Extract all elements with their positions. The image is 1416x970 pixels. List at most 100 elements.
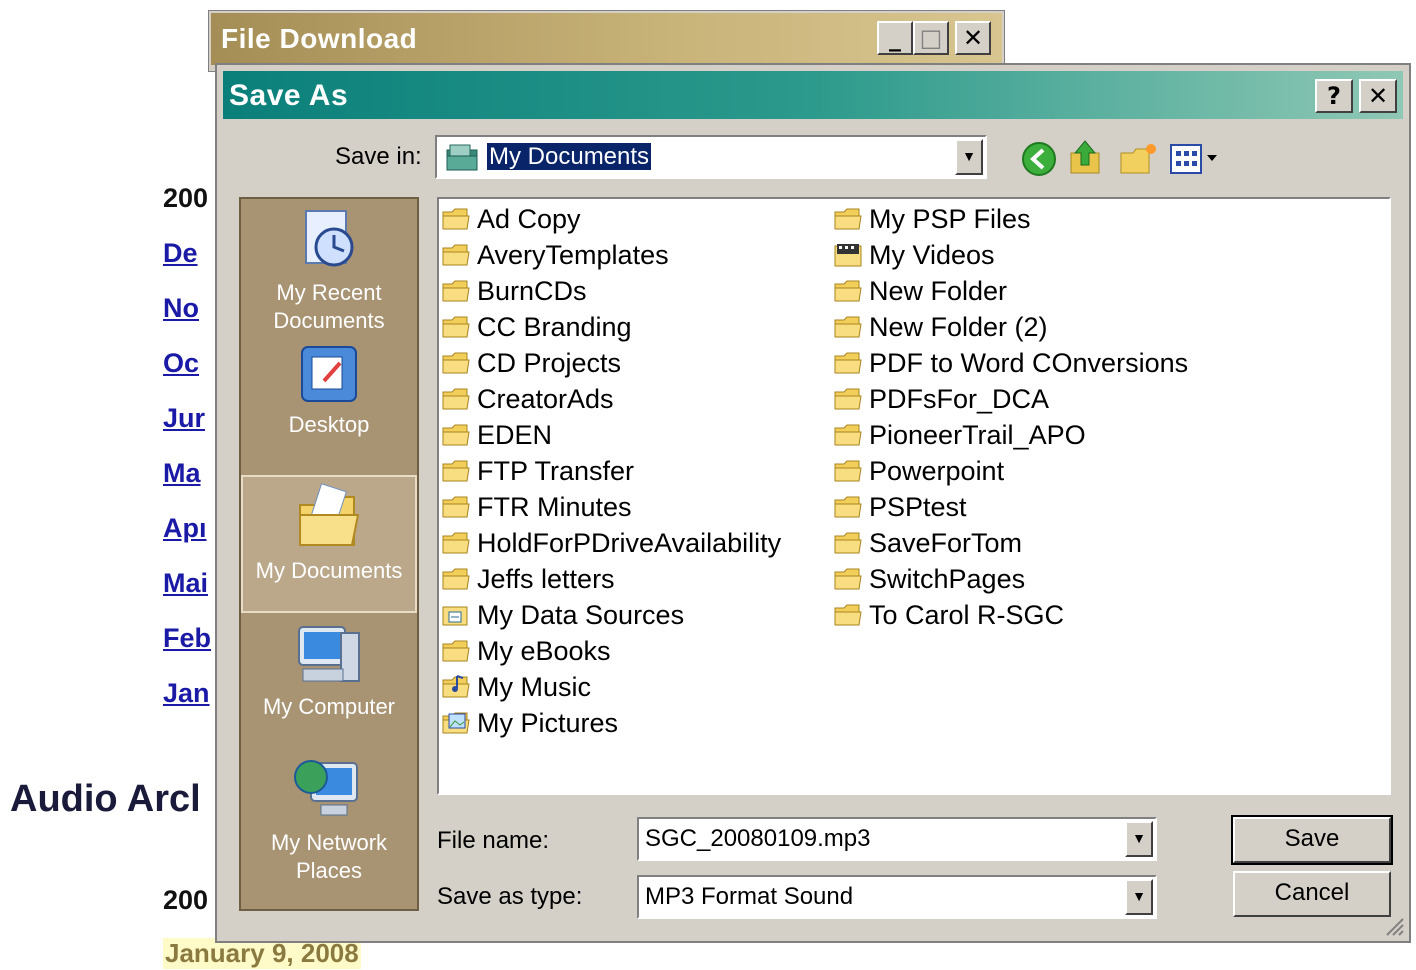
list-item[interactable]: New Folder (2) — [833, 309, 1188, 345]
save-in-value: My Documents — [485, 142, 653, 171]
list-item[interactable]: BurnCDs — [441, 273, 781, 309]
list-item-label: PDFsFor_DCA — [869, 383, 1050, 414]
place-desktop[interactable]: Desktop — [241, 343, 417, 439]
list-item-label: BurnCDs — [477, 275, 587, 306]
list-item[interactable]: Ad Copy — [441, 201, 781, 237]
list-item[interactable]: SwitchPages — [833, 561, 1188, 597]
save-in-combo[interactable]: My Documents ▼ — [435, 135, 987, 179]
minimize-button[interactable]: _ — [877, 21, 913, 55]
place-label: My Computer — [262, 694, 396, 719]
list-item[interactable]: CreatorAds — [441, 381, 781, 417]
list-item[interactable]: PioneerTrail_APO — [833, 417, 1188, 453]
list-item-label: My Pictures — [477, 707, 619, 738]
views-menu-icon[interactable] — [1169, 143, 1223, 177]
file-list[interactable]: Ad Copy AveryTemplates BurnCDs CC Branding C… — [437, 197, 1391, 795]
save-as-type-dropdown-button[interactable]: ▼ — [1125, 879, 1153, 915]
list-item-label: My Music — [477, 671, 591, 702]
list-item[interactable]: CD Projects — [441, 345, 781, 381]
list-item[interactable]: My Data Sources — [441, 597, 781, 633]
list-item[interactable]: My Music — [441, 669, 781, 705]
list-item-label: SwitchPages — [869, 563, 1026, 594]
folder-icon — [834, 280, 862, 302]
month-link[interactable]: De — [163, 238, 198, 269]
file-name-dropdown-button[interactable]: ▼ — [1125, 821, 1153, 857]
resize-grip-icon[interactable] — [1383, 915, 1405, 937]
folder-icon — [442, 568, 470, 590]
month-link[interactable]: Apı — [163, 513, 207, 544]
month-link[interactable]: Jan — [163, 678, 210, 709]
save-in-dropdown-button[interactable]: ▼ — [955, 139, 983, 175]
folder-icon — [834, 208, 862, 230]
save-as-type-select[interactable]: MP3 Format Sound ▼ — [637, 875, 1157, 919]
year-header: 200 — [163, 885, 209, 915]
place-network-places[interactable]: My Network Places — [241, 755, 417, 885]
list-item-label: My eBooks — [477, 635, 611, 666]
list-item[interactable]: PDF to Word COnversions — [833, 345, 1188, 381]
close-icon: ✕ — [1367, 82, 1389, 110]
folder-icon — [442, 388, 470, 410]
place-label: My Recent Documents — [273, 280, 385, 333]
list-item-label: HoldForPDriveAvailability — [477, 527, 782, 558]
list-item[interactable]: FTR Minutes — [441, 489, 781, 525]
help-button[interactable]: ? — [1315, 79, 1353, 113]
list-item[interactable]: My Videos — [833, 237, 1188, 273]
list-item[interactable]: Jeffs letters — [441, 561, 781, 597]
file-name-field[interactable]: SGC_20080109.mp3 ▼ — [637, 817, 1157, 861]
folder-icon — [442, 208, 470, 230]
close-button[interactable]: ✕ — [1359, 79, 1397, 113]
list-item[interactable]: HoldForPDriveAvailability — [441, 525, 781, 561]
file-list-column: My PSP Files My Videos New Folder New Folde… — [833, 201, 1188, 633]
list-item[interactable]: SaveForTom — [833, 525, 1188, 561]
list-item[interactable]: My eBooks — [441, 633, 781, 669]
month-link[interactable]: Jur — [163, 403, 205, 434]
folder-icon — [442, 460, 470, 482]
close-button[interactable]: ✕ — [955, 21, 991, 55]
list-item-label: New Folder — [869, 275, 1008, 306]
maximize-icon: □ — [919, 24, 943, 52]
list-item-label: My Videos — [869, 239, 995, 270]
list-item[interactable]: EDEN — [441, 417, 781, 453]
up-folder-icon[interactable] — [1069, 139, 1105, 177]
place-my-computer[interactable]: My Computer — [241, 623, 417, 721]
month-link[interactable]: Mai — [163, 568, 208, 599]
month-link[interactable]: Feb — [163, 623, 211, 654]
list-item[interactable]: CC Branding — [441, 309, 781, 345]
section-heading: Audio Arcl — [10, 778, 201, 820]
maximize-button[interactable]: □ — [913, 21, 949, 55]
file-name-label: File name: — [437, 827, 550, 854]
list-item[interactable]: PDFsFor_DCA — [833, 381, 1188, 417]
list-item[interactable]: My Pictures — [441, 705, 781, 741]
place-my-documents[interactable]: My Documents — [241, 475, 417, 613]
folder-icon — [442, 640, 470, 662]
list-item-label: New Folder (2) — [869, 311, 1048, 342]
list-item[interactable]: To Carol R-SGC — [833, 597, 1188, 633]
list-item-label: My Data Sources — [477, 599, 685, 630]
place-recent-documents[interactable]: My Recent Documents — [241, 205, 417, 335]
list-item[interactable]: My PSP Files — [833, 201, 1188, 237]
month-link[interactable]: Ma — [163, 458, 201, 489]
folder-icon — [834, 424, 862, 446]
file-name-value: SGC_20080109.mp3 — [645, 825, 871, 852]
list-item-label: CreatorAds — [477, 383, 614, 414]
back-icon[interactable] — [1021, 141, 1057, 177]
new-folder-icon[interactable] — [1119, 141, 1159, 177]
chevron-down-icon: ▼ — [1132, 888, 1146, 904]
folder-icon — [442, 316, 470, 338]
list-item[interactable]: New Folder — [833, 273, 1188, 309]
my-documents-icon — [446, 144, 478, 171]
list-item-label: My PSP Files — [869, 203, 1031, 234]
list-item-label: FTR Minutes — [477, 491, 632, 522]
chevron-down-icon: ▼ — [1132, 830, 1146, 846]
music-folder-icon — [442, 675, 470, 698]
file-download-titlebar[interactable]: File Download _ □ ✕ — [211, 13, 1002, 65]
list-item[interactable]: FTP Transfer — [441, 453, 781, 489]
list-item[interactable]: AveryTemplates — [441, 237, 781, 273]
cancel-button[interactable]: Cancel — [1233, 871, 1391, 917]
month-link[interactable]: No — [163, 293, 199, 324]
list-item[interactable]: PSPtest — [833, 489, 1188, 525]
month-link[interactable]: Oc — [163, 348, 199, 379]
save-button[interactable]: Save — [1231, 815, 1393, 865]
list-item[interactable]: Powerpoint — [833, 453, 1188, 489]
save-as-titlebar[interactable]: Save As ? ✕ — [223, 71, 1403, 119]
list-item-label: Ad Copy — [477, 203, 581, 234]
